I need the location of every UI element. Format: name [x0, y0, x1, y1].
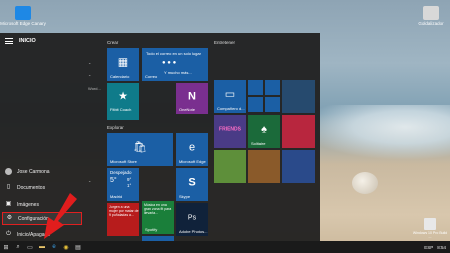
tile-candy[interactable] [282, 115, 315, 148]
list-marker-word[interactable]: Word... [88, 86, 101, 91]
tile-adobe[interactable]: Ps Adobe Photos... [176, 203, 208, 236]
tile-label: Adobe Photos... [179, 229, 208, 234]
tile-label: OneNote [179, 107, 196, 112]
task-view-icon[interactable]: ▭ [24, 241, 36, 253]
edge-icon[interactable]: e [48, 241, 60, 253]
folder-icon[interactable]: ▬ [36, 241, 48, 253]
desktop-icon-goldalizador[interactable]: Goldalizador [408, 6, 450, 26]
watermark-text: Windows 10 Pro Build ... [412, 231, 448, 239]
tile-friends[interactable]: FRIENDS [214, 115, 246, 148]
tray-lang[interactable]: ESP [424, 245, 433, 250]
desktop-recycle-bin[interactable]: Windows 10 Pro Build ... [412, 218, 448, 239]
tile-dolphin[interactable] [282, 80, 315, 113]
tile-companero[interactable]: ▭ Compañero d... [214, 80, 246, 113]
ocean-wave [300, 105, 450, 160]
tile-label: Spotify [145, 227, 158, 232]
image-icon: ▣ [5, 201, 12, 207]
calendar-icon: ▦ [117, 56, 129, 69]
start-header-label: INICIO [19, 38, 36, 44]
weather-temp: 5° [110, 177, 117, 184]
tile-label: Fitbit Coach [110, 107, 132, 112]
desktop-icon-edge-canary[interactable]: Microsoft Edge Canary [0, 6, 46, 26]
tile-game-2[interactable] [248, 150, 280, 183]
power-icon: ⏻ [6, 231, 11, 237]
tile-solitaire[interactable]: ♠ Solitaire [248, 115, 280, 148]
star-icon: ★ [118, 90, 128, 103]
weather-status: Despejado [110, 170, 132, 175]
tray-time[interactable]: 8:54 [437, 245, 446, 250]
rail-item-label: Documentos [17, 184, 46, 191]
red-arrow-annotation [44, 193, 77, 239]
windows-icon[interactable]: ⊞ [0, 241, 12, 253]
tile-small-4[interactable] [265, 97, 280, 112]
edge-icon: e [188, 141, 196, 154]
search-icon[interactable]: ⌕ [12, 241, 24, 253]
store-icon: 🛍 [133, 141, 147, 154]
tile-banner: Todo el correo en un solo lugar [146, 51, 201, 56]
friends-logo: FRIENDS [219, 126, 241, 133]
desktop-icon-label: Goldalizador [418, 21, 444, 26]
rail-item-label: Imágenes [17, 201, 39, 208]
adobe-icon: Ps [187, 214, 197, 222]
hamburger-icon[interactable] [5, 38, 13, 44]
mail-providers-icon: ● ● ● [162, 60, 177, 66]
file-icon [423, 6, 439, 20]
user-icon [5, 168, 12, 175]
tile-fitbit-coach[interactable]: ★ Fitbit Coach [107, 83, 139, 114]
edge-canary-icon [15, 6, 31, 20]
tile-sub: Y mucho más... [164, 70, 192, 75]
tile-fitbit[interactable] [107, 114, 139, 120]
list-marker-chevron: ⌄ [88, 60, 92, 65]
taskbar: ⊞ ⌕ ▭ ▬ e ◉ ▤ ESP 8:54 [0, 241, 450, 253]
recycle-bin-icon [424, 218, 436, 230]
app-list[interactable]: ⌄ ⌄ Word... ⌄ [82, 33, 104, 241]
weather-lo: 1° [127, 183, 132, 188]
weather-hi: 9° [127, 177, 132, 182]
system-tray: ESP 8:54 [424, 241, 446, 253]
group-label-explorar: Explorar [107, 125, 124, 130]
document-icon: ▯ [6, 184, 11, 190]
tile-label: Solitaire [251, 141, 266, 146]
store-icon[interactable]: ▤ [72, 241, 84, 253]
cards-icon: ♠ [261, 123, 267, 136]
tile-game-3[interactable] [282, 150, 315, 183]
tile-banner: Música en una gran zona fit para llevarl… [144, 203, 172, 215]
tile-calendario[interactable]: ▦ Calendario [107, 48, 139, 81]
tile-edge[interactable]: e Microsoft Edge [176, 133, 208, 166]
tile-banner: Jurgen a una mujer por matar de 9 puñala… [109, 205, 139, 217]
tile-game-1[interactable] [214, 150, 246, 183]
tile-small-1[interactable] [248, 80, 263, 95]
tile-news[interactable]: Jurgen a una mujer por matar de 9 puñala… [107, 203, 139, 236]
tile-label: Skype [179, 194, 191, 199]
tile-label: Microsoft Store [110, 159, 137, 164]
tile-label: Microsoft Edge [179, 159, 206, 164]
rail-item-user[interactable]: Jose Carmona [2, 165, 82, 178]
tile-store[interactable]: 🛍 Microsoft Store [107, 133, 173, 166]
tile-correo[interactable]: Todo el correo en un solo lugar ● ● ● Y … [142, 48, 208, 81]
tile-label: Correo [145, 74, 158, 79]
desktop-icon-label: Microsoft Edge Canary [0, 21, 46, 26]
companion-icon: ▭ [224, 88, 236, 101]
list-marker-chevron: ⌄ [88, 72, 92, 77]
tile-onenote[interactable]: N OneNote [176, 83, 208, 114]
seashell [352, 172, 378, 194]
group-label-crear: Crear [107, 40, 119, 45]
start-menu: INICIO Jose Carmona ▯ Documentos ▣ Imáge… [0, 33, 320, 241]
tile-label: Calendario [110, 74, 130, 79]
tile-weather[interactable]: Despejado 5° 9° 1° Madrid [107, 168, 139, 201]
skype-icon: S [188, 176, 196, 189]
tile-small-2[interactable] [265, 80, 280, 95]
chrome-icon[interactable]: ◉ [60, 241, 72, 253]
tile-skype[interactable]: S Skype [176, 168, 208, 201]
weather-city: Madrid [110, 194, 123, 199]
gear-icon: ⚙ [6, 215, 13, 221]
tile-spotify[interactable]: Música en una gran zona fit para llevarl… [142, 201, 174, 234]
tile-small-3[interactable] [248, 97, 263, 112]
group-label-entretener: Entretener [214, 40, 236, 45]
start-header: INICIO [5, 38, 36, 44]
tile-label: Compañero d... [217, 106, 245, 111]
rail-item-label: Jose Carmona [17, 168, 50, 175]
list-marker-chevron: ⌄ [88, 178, 92, 183]
onenote-icon: N [188, 90, 196, 103]
